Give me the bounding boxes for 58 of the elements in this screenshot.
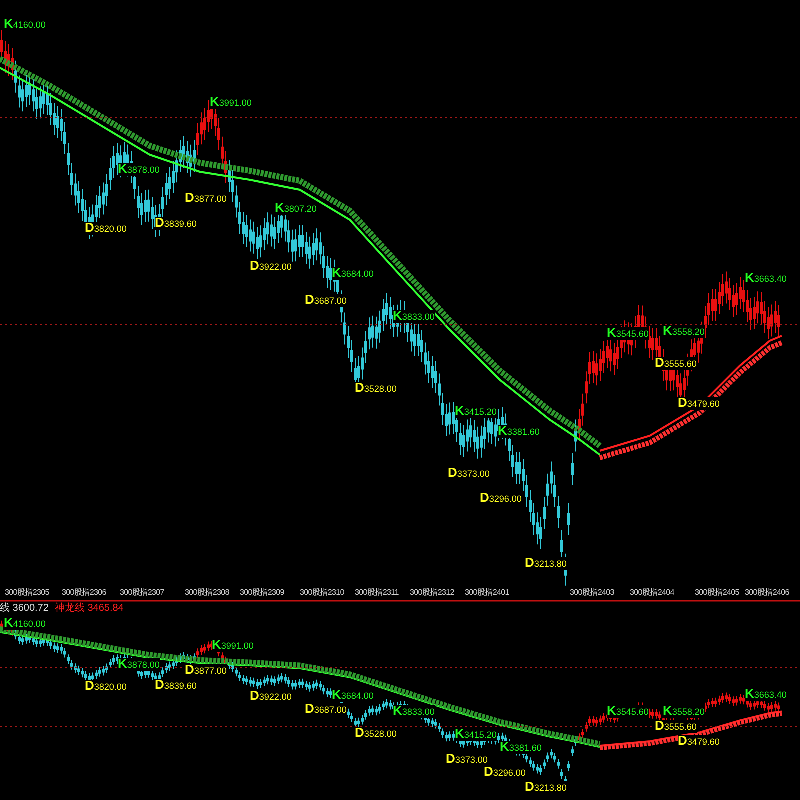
trough-label: D3528.00 bbox=[355, 727, 397, 740]
trough-label: D3922.00 bbox=[250, 690, 292, 703]
trough-label: D3687.00 bbox=[305, 294, 347, 307]
peak-label: K3684.00 bbox=[332, 689, 374, 702]
peak-label: K3807.20 bbox=[275, 202, 317, 215]
trough-label: D3213.80 bbox=[525, 781, 567, 794]
axis-label: 300股指2404 bbox=[630, 588, 674, 598]
trough-label: D3839.60 bbox=[155, 217, 197, 230]
peak-label: K4160.00 bbox=[4, 617, 46, 630]
axis-label: 300股指2308 bbox=[185, 588, 230, 598]
trough-label: D3839.60 bbox=[155, 679, 197, 692]
axis-label: 300股指2311 bbox=[355, 588, 399, 598]
peak-label: K3415.20 bbox=[455, 728, 497, 741]
peak-label: K3991.00 bbox=[212, 639, 254, 652]
trough-label: D3213.80 bbox=[525, 557, 567, 570]
trough-label: D3820.00 bbox=[85, 680, 127, 693]
peak-label: K3833.00 bbox=[393, 310, 435, 323]
trough-label: D3479.60 bbox=[678, 735, 720, 748]
trough-label: D3555.60 bbox=[655, 720, 697, 733]
trough-label: D3296.00 bbox=[484, 766, 526, 779]
trough-label: D3528.00 bbox=[355, 382, 397, 395]
axis-label: 300股指2305 bbox=[5, 588, 50, 598]
axis-label: 300股指2307 bbox=[120, 588, 164, 598]
legend-text: 线 3600.72 bbox=[0, 603, 49, 615]
trough-label: D3555.60 bbox=[655, 357, 697, 370]
peak-label: K3991.00 bbox=[210, 96, 252, 109]
peak-label: K3545.60 bbox=[607, 327, 649, 340]
trough-label: D3479.60 bbox=[678, 397, 720, 410]
axis-label: 300股指2312 bbox=[410, 588, 454, 598]
trough-label: D3922.00 bbox=[250, 260, 292, 273]
trough-label: D3820.00 bbox=[85, 222, 127, 235]
trough-label: D3296.00 bbox=[480, 492, 522, 505]
peak-label: K3878.00 bbox=[118, 658, 160, 671]
peak-label: K3415.20 bbox=[455, 405, 497, 418]
trough-label: D3373.00 bbox=[446, 753, 488, 766]
legend-text: 神龙线 3465.84 bbox=[54, 603, 124, 615]
peak-label: K3545.60 bbox=[607, 705, 649, 718]
peak-label: K3833.00 bbox=[393, 705, 435, 718]
axis-label: 300股指2310 bbox=[300, 588, 344, 598]
peak-label: K3381.60 bbox=[498, 425, 540, 438]
axis-label: 300股指2403 bbox=[570, 588, 614, 598]
peak-label: K3558.20 bbox=[663, 325, 705, 338]
peak-label: K3878.00 bbox=[118, 163, 160, 176]
peak-label: K4160.00 bbox=[4, 18, 46, 31]
trough-label: D3687.00 bbox=[305, 703, 347, 716]
peak-label: K3558.20 bbox=[663, 705, 705, 718]
axis-label: 300股指2306 bbox=[62, 588, 106, 598]
peak-label: K3684.00 bbox=[332, 267, 374, 280]
peak-label: K3663.40 bbox=[745, 272, 787, 285]
trough-label: D3877.00 bbox=[185, 192, 227, 205]
axis-label: 300股指2401 bbox=[465, 588, 510, 598]
peak-label: K3381.60 bbox=[500, 741, 542, 754]
axis-label: 300股指2406 bbox=[745, 588, 790, 598]
axis-label: 300股指2309 bbox=[240, 588, 284, 598]
peak-label: K3663.40 bbox=[745, 688, 787, 701]
trough-label: D3877.00 bbox=[185, 664, 227, 677]
axis-label: 300股指2405 bbox=[695, 588, 740, 598]
trough-label: D3373.00 bbox=[448, 467, 490, 480]
